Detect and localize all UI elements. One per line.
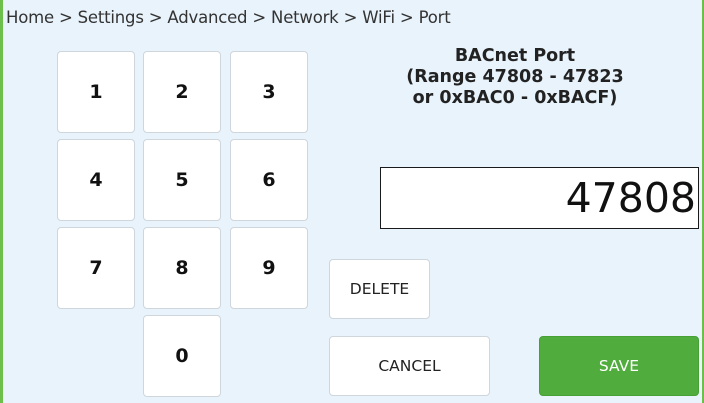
keypad-key-5[interactable]: 5 (143, 139, 221, 221)
keypad-key-4[interactable]: 4 (57, 139, 135, 221)
field-range-decimal: (Range 47808 - 47823 (406, 67, 624, 87)
keypad-key-2[interactable]: 2 (143, 51, 221, 133)
delete-button[interactable]: DELETE (329, 259, 430, 319)
port-settings-screen: Home > Settings > Advanced > Network > W… (0, 0, 704, 403)
cancel-button[interactable]: CANCEL (329, 336, 490, 396)
save-button[interactable]: SAVE (539, 336, 699, 396)
port-value-text: 47808 (565, 174, 696, 222)
keypad-key-0[interactable]: 0 (143, 315, 221, 397)
port-value-display[interactable]: 47808 (380, 167, 699, 229)
keypad-key-9[interactable]: 9 (230, 227, 308, 309)
field-range-hex: or 0xBAC0 - 0xBACF) (412, 88, 618, 108)
keypad-key-1[interactable]: 1 (57, 51, 135, 133)
field-title: BACnet Port (Range 47808 - 47823 or 0xBA… (330, 46, 700, 109)
keypad-key-6[interactable]: 6 (230, 139, 308, 221)
keypad-key-8[interactable]: 8 (143, 227, 221, 309)
breadcrumb: Home > Settings > Advanced > Network > W… (6, 8, 451, 27)
keypad-key-7[interactable]: 7 (57, 227, 135, 309)
keypad-key-3[interactable]: 3 (230, 51, 308, 133)
field-title-name: BACnet Port (454, 46, 576, 66)
